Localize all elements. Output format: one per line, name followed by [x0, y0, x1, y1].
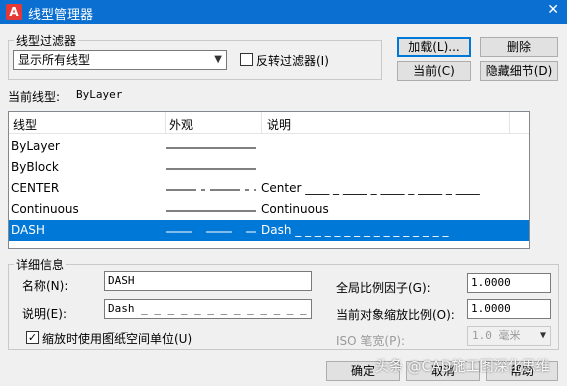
row-name: Continuous	[11, 202, 79, 216]
name-field[interactable]: DASH	[104, 271, 312, 291]
row-name: ByLayer	[11, 139, 60, 153]
linetype-preview	[166, 136, 262, 157]
paper-units-label: 缩放时使用图纸空间单位(U)	[42, 332, 193, 346]
autocad-app-icon: A	[6, 4, 22, 20]
load-button[interactable]: 加载(L)...	[397, 37, 471, 57]
column-header-linetype[interactable]: 线型	[13, 116, 37, 133]
invert-filter-checkbox[interactable]	[240, 53, 253, 66]
column-header-appearance[interactable]: 外观	[169, 116, 193, 133]
description-field[interactable]: Dash _ _ _ _ _ _ _ _ _ _ _ _ _ _ _	[104, 299, 312, 333]
current-linetype-value: ByLayer	[76, 88, 123, 101]
linetype-preview	[166, 220, 262, 241]
global-scale-label: 全局比例因子(G):	[336, 281, 431, 295]
linetype-preview	[166, 199, 262, 220]
paper-units-checkbox[interactable]: ✓	[26, 331, 39, 344]
current-scale-label: 当前对象缩放比例(O):	[336, 308, 455, 322]
window-title: 线型管理器	[28, 8, 94, 23]
table-row[interactable]: DASH Dash _ _ _ _ _ _ _ _ _ _ _ _ _ _ _ …	[9, 220, 529, 241]
table-row[interactable]: ByLayer	[9, 136, 529, 157]
iso-pen-width-label: ISO 笔宽(P):	[336, 334, 406, 348]
row-name: ByBlock	[11, 160, 59, 174]
hide-details-button[interactable]: 隐藏细节(D)	[480, 61, 558, 81]
description-label: 说明(E):	[22, 307, 67, 321]
set-current-button[interactable]: 当前(C)	[397, 61, 471, 81]
filter-dropdown[interactable]: 显示所有线型 ▼	[13, 50, 227, 70]
global-scale-field[interactable]: 1.0000	[467, 273, 551, 293]
row-description: Center ____ _ ____ _ ____ _ ____ _ ____	[261, 181, 480, 195]
name-label: 名称(N):	[22, 279, 69, 293]
linetype-preview	[166, 157, 262, 178]
table-row[interactable]: Continuous Continuous	[9, 199, 529, 220]
iso-pen-width-dropdown: 1.0 毫米 ▼	[467, 326, 551, 346]
linetype-list[interactable]: 线型 外观 说明 ByLayer ByBlock CENTER Center _…	[8, 111, 530, 249]
chevron-down-icon: ▼	[214, 54, 222, 65]
row-description: Continuous	[261, 202, 329, 216]
table-row[interactable]: CENTER Center ____ _ ____ _ ____ _ ____ …	[9, 178, 529, 199]
filter-dropdown-value: 显示所有线型	[18, 53, 91, 67]
title-bar: A 线型管理器 ✕	[0, 0, 567, 24]
close-icon[interactable]: ✕	[547, 2, 559, 18]
invert-filter-label: 反转过滤器(I)	[256, 54, 329, 68]
row-name: CENTER	[11, 181, 60, 195]
watermark-text: 头条 @CAD施工图深化思维	[375, 359, 550, 375]
details-group-label: 详细信息	[14, 256, 67, 273]
row-name: DASH	[11, 223, 45, 237]
chevron-down-icon: ▼	[539, 330, 546, 341]
column-header-description[interactable]: 说明	[267, 116, 291, 133]
list-header: 线型 外观 说明	[9, 112, 529, 134]
current-scale-field[interactable]: 1.0000	[467, 299, 551, 319]
linetype-preview	[166, 178, 262, 199]
filter-group-label: 线型过滤器	[14, 32, 79, 49]
delete-button[interactable]: 删除	[480, 37, 558, 57]
table-row[interactable]: ByBlock	[9, 157, 529, 178]
row-description: Dash _ _ _ _ _ _ _ _ _ _ _ _ _ _ _ _	[261, 223, 449, 237]
current-linetype-label: 当前线型:	[8, 90, 61, 104]
iso-pen-width-value: 1.0 毫米	[472, 329, 521, 342]
